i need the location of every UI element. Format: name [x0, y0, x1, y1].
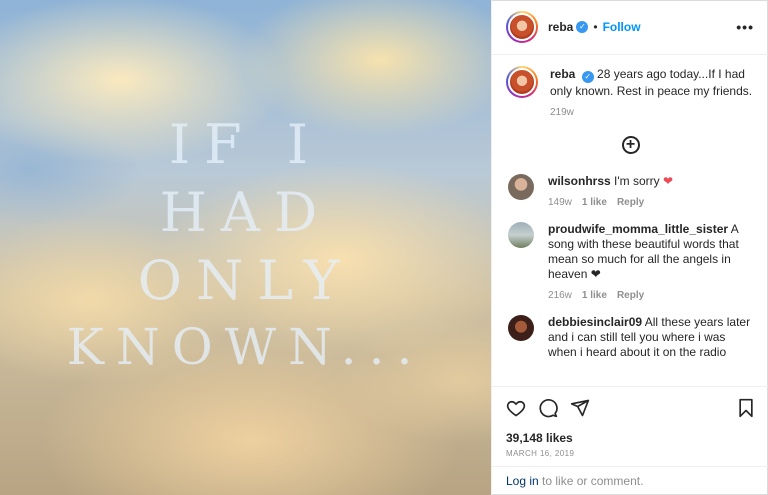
image-text-line-1: IF I [168, 113, 323, 176]
plus-circle-icon[interactable]: + [621, 136, 640, 154]
login-link[interactable]: Log in [506, 474, 539, 488]
comment-time: 149w [548, 197, 572, 208]
caption-username[interactable]: reba [550, 67, 575, 81]
post-header: reba ✓ • Follow ••• [492, 0, 768, 55]
follow-button[interactable]: Follow [603, 20, 641, 34]
comment-item: proudwife_momma_little_sister A song wit… [506, 222, 755, 301]
comment-likes[interactable]: 1 like [582, 197, 607, 208]
comment-avatar[interactable] [508, 174, 534, 200]
header-username[interactable]: reba [548, 20, 573, 34]
comment-username[interactable]: wilsonhrss [548, 174, 611, 188]
comment-text: I'm sorry [614, 174, 660, 188]
image-text-line-4: KNOWN... [66, 318, 425, 376]
comment-username[interactable]: proudwife_momma_little_sister [548, 222, 728, 236]
comment-item: wilsonhrss I'm sorry ❤ 149w 1 like Reply [506, 174, 755, 208]
image-text-line-3: ONLY [137, 249, 354, 312]
post-image[interactable]: IF I HAD ONLY KNOWN... [0, 0, 491, 495]
reply-button[interactable]: Reply [617, 197, 644, 208]
caption-avatar[interactable] [506, 66, 538, 98]
heart-outline-icon[interactable] [506, 398, 526, 418]
post-sidebar: reba ✓ • Follow ••• reba ✓ 28 years ago … [491, 0, 768, 495]
comment-avatar[interactable] [508, 222, 534, 248]
caption-time: 219w [550, 107, 574, 118]
comment-likes[interactable]: 1 like [582, 290, 607, 301]
caption-text: 28 years ago today...If I had only known… [550, 67, 753, 98]
caption: reba ✓ 28 years ago today...If I had onl… [506, 66, 755, 118]
reply-button[interactable]: Reply [617, 290, 644, 301]
verified-badge-icon: ✓ [576, 21, 589, 33]
paper-plane-icon[interactable] [570, 398, 590, 418]
separator-dot: • [593, 20, 598, 34]
comment-avatar[interactable] [508, 315, 534, 341]
comment-item: debbiesinclair09 All these years later a… [506, 315, 755, 360]
avatar[interactable] [506, 11, 538, 43]
likes-count[interactable]: 39,148 likes [506, 431, 755, 445]
more-horizontal-icon[interactable]: ••• [736, 19, 754, 35]
caption-text-block: reba ✓ 28 years ago today...If I had onl… [550, 66, 755, 99]
login-prompt-text: to like or comment. [538, 474, 644, 488]
bookmark-icon[interactable] [737, 398, 755, 418]
comments-scroll[interactable]: reba ✓ 28 years ago today...If I had onl… [492, 56, 768, 386]
comment-icon[interactable] [538, 398, 558, 418]
comment-username[interactable]: debbiesinclair09 [548, 315, 642, 329]
heart-emoji: ❤ [663, 174, 674, 188]
post-date: MARCH 16, 2019 [506, 449, 575, 458]
image-text-line-2: HAD [159, 181, 332, 244]
heart-emoji: ❤ [590, 267, 601, 281]
verified-badge-icon: ✓ [581, 71, 594, 83]
login-prompt: Log in to like or comment. [492, 466, 768, 495]
comment-time: 216w [548, 290, 572, 301]
